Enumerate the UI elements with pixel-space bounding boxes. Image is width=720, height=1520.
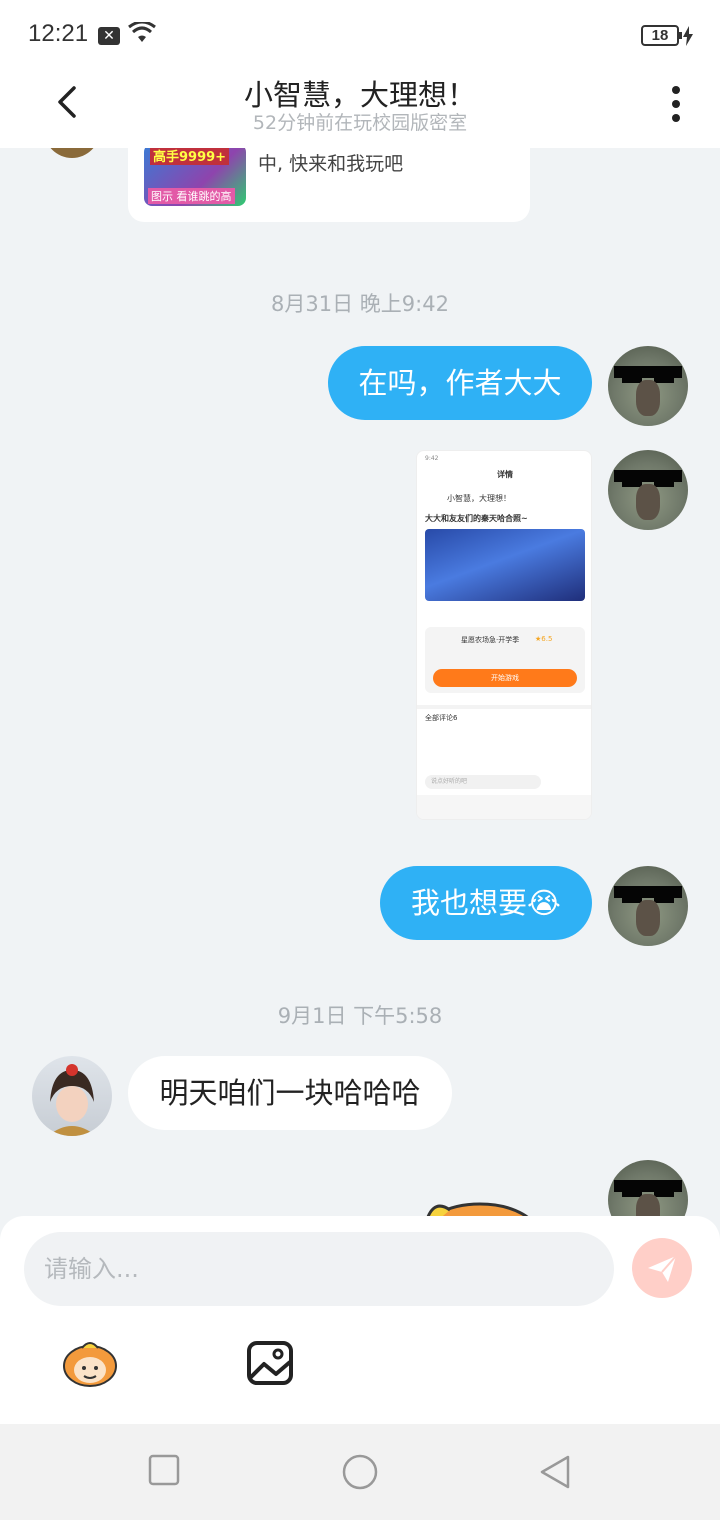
- avatar[interactable]: [44, 148, 100, 158]
- game-invite-card[interactable]: 高手9999+ 图示 看谁跳的高 我正在开学跳跳跳-超级派对中, 快来和我玩吧: [128, 148, 530, 222]
- shot-play-button: 开始游戏: [433, 669, 577, 687]
- shot-time: 9:42: [425, 455, 439, 462]
- status-time: 12:21: [28, 20, 89, 47]
- wifi-icon: [128, 22, 156, 42]
- image-icon[interactable]: [246, 1340, 294, 1386]
- image-message[interactable]: 9:42 详情 小智慧，大理想！ 大大和友友们的秦天哈合照~ 星愿农场急·开学季…: [416, 450, 592, 820]
- circle-icon[interactable]: [341, 1453, 379, 1491]
- shot-input: 说点好听的吧: [425, 775, 541, 789]
- status-subtitle: 52分钟前在玩校园版密室: [252, 112, 468, 134]
- chat-messages[interactable]: 高手9999+ 图示 看谁跳的高 我正在开学跳跳跳-超级派对中, 快来和我玩吧 …: [0, 148, 720, 1216]
- chat-header: 小智慧，大理想！ 52分钟前在玩校园版密室: [0, 64, 720, 148]
- game-thumbnail: 高手9999+ 图示 看谁跳的高: [144, 148, 246, 206]
- message-bubble[interactable]: 我也想要😭: [380, 866, 592, 940]
- shot-nav: [417, 795, 591, 819]
- send-icon: [648, 1255, 677, 1282]
- shot-comments-label: 全部评论6: [425, 714, 458, 722]
- battery-indicator: 18: [641, 25, 682, 46]
- shot-game-rating: ★6.5: [535, 635, 553, 643]
- shot-game-image: [425, 529, 585, 601]
- avatar-face: [636, 900, 660, 936]
- avatar-face: [636, 484, 660, 520]
- close-box-icon: ✕: [98, 27, 120, 45]
- shot-game-name: 星愿农场急·开学季: [461, 636, 520, 644]
- monkey-emoji-icon[interactable]: [60, 1336, 120, 1388]
- message-timestamp: 9月1日 下午5:58: [277, 1004, 443, 1028]
- shot-caption: 大大和友友们的秦天哈合照~: [425, 514, 528, 523]
- message-timestamp: 8月31日 晚上9:42: [271, 292, 449, 316]
- bolt-icon: [683, 26, 693, 46]
- triangle-back-icon[interactable]: [538, 1454, 572, 1490]
- shot-author: 小智慧，大理想！: [447, 494, 511, 503]
- anime-character-icon: [48, 1064, 96, 1136]
- sunglasses-icon: [614, 1180, 682, 1197]
- more-vertical-icon[interactable]: [664, 84, 688, 124]
- status-bar: 12:21 ✕ 18: [0, 0, 720, 64]
- thumb-tag: 高手9999+: [150, 148, 230, 165]
- system-nav-bar: [0, 1424, 720, 1520]
- message-bubble[interactable]: 在吗，作者大大: [328, 346, 592, 420]
- monkey-sticker-icon[interactable]: [410, 1176, 550, 1216]
- message-input-area: [0, 1216, 720, 1424]
- message-input[interactable]: [24, 1232, 614, 1306]
- avatar[interactable]: [32, 1056, 112, 1136]
- sunglasses-icon: [614, 886, 682, 903]
- avatar[interactable]: [608, 866, 688, 946]
- avatar-face: [636, 1194, 660, 1216]
- avatar[interactable]: [608, 1160, 688, 1216]
- thumb-caption: 图示 看谁跳的高: [148, 188, 235, 204]
- square-icon[interactable]: [148, 1454, 180, 1486]
- invite-text: 我正在开学跳跳跳-超级派对中, 快来和我玩吧: [258, 148, 493, 175]
- sunglasses-icon: [614, 470, 682, 487]
- avatar[interactable]: [608, 346, 688, 426]
- shot-divider: [417, 705, 591, 709]
- avatar-face: [636, 380, 660, 416]
- shot-header: 详情: [497, 470, 513, 479]
- sunglasses-icon: [614, 366, 682, 383]
- send-button[interactable]: [632, 1238, 692, 1298]
- avatar[interactable]: [608, 450, 688, 530]
- message-bubble[interactable]: 明天咱们一块哈哈哈: [128, 1056, 452, 1130]
